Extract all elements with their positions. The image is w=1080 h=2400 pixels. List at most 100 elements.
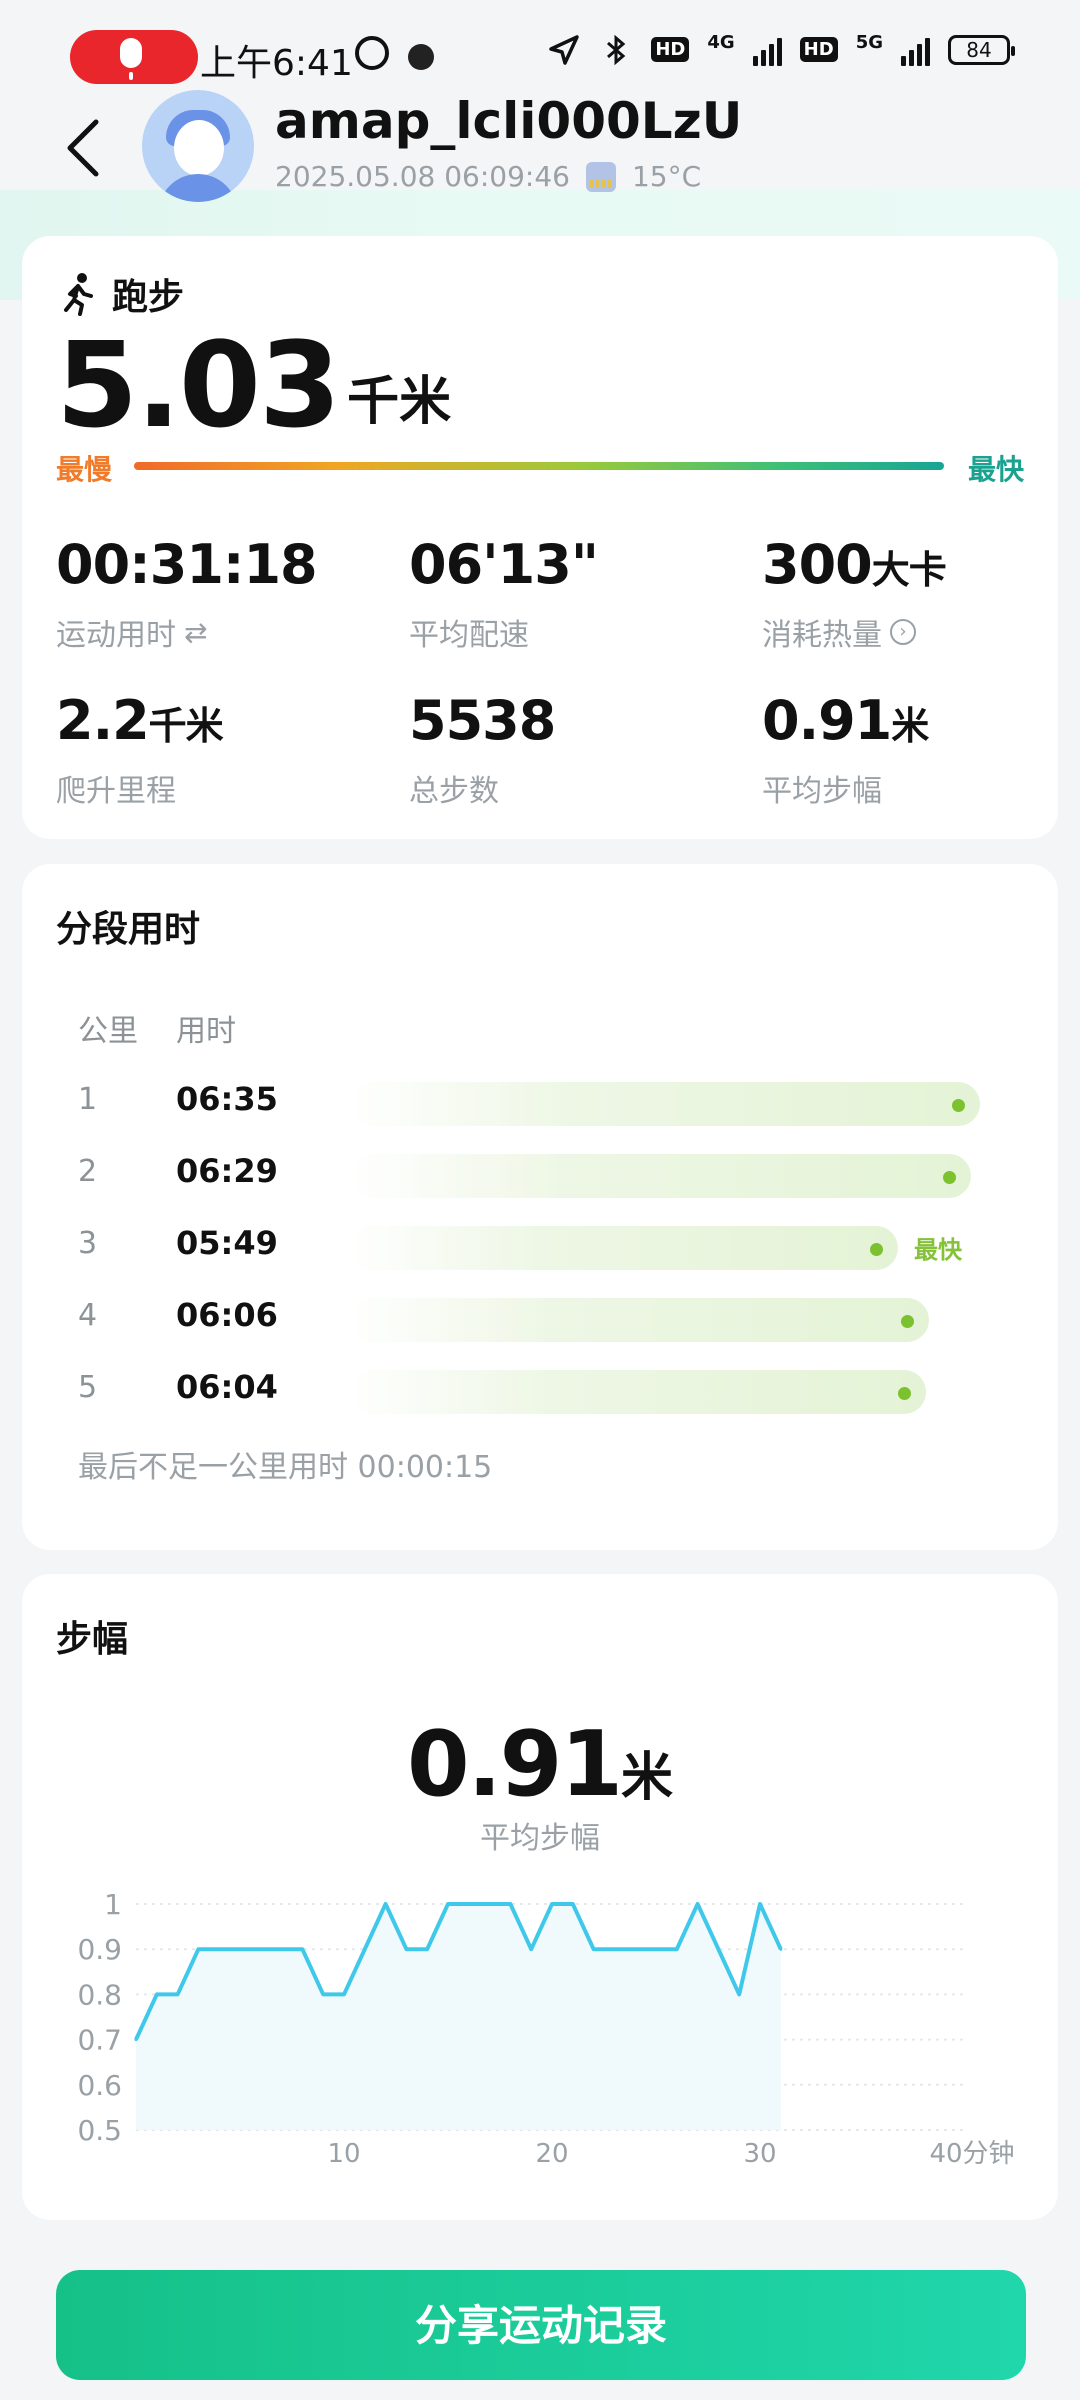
location-icon (547, 33, 581, 67)
share-record-button[interactable]: 分享运动记录 (56, 2270, 1026, 2380)
stride-point (696, 1902, 700, 1906)
col-time-header: 用时 (176, 1014, 236, 1049)
split-row: 1 06:35 (22, 1076, 1058, 1126)
stride-point (217, 1947, 221, 1951)
swap-icon[interactable]: ⇄ (184, 616, 207, 649)
split-km: 1 (78, 1082, 98, 1117)
split-bar (348, 1298, 929, 1342)
weather-icon (585, 161, 616, 192)
stride-point (280, 1947, 284, 1951)
splits-card: 分段用时 公里 用时 1 06:35 2 06:29 3 05:49 最快 4 06:06 5 06… (22, 864, 1058, 1550)
col-km-header: 公里 (78, 1014, 138, 1049)
sport-type: 跑步 (58, 268, 184, 320)
stride-point (384, 1902, 388, 1906)
y-tick-label: 0.9 (77, 1933, 122, 1966)
summary-card: 跑步 5.03 千米 最慢 最快 00:31:18 运动用时 ⇄ 06'13" 平… (22, 236, 1058, 839)
split-km: 2 (78, 1154, 98, 1189)
stride-point (488, 1902, 492, 1906)
stride-point (758, 1902, 762, 1906)
stat-stride: 0.91米 平均步幅 (762, 689, 929, 810)
running-icon (58, 272, 98, 316)
status-time: 上午6:41 (200, 43, 353, 84)
split-km: 4 (78, 1298, 98, 1333)
stride-point (592, 1947, 596, 1951)
fastest-label: 最快 (967, 453, 1024, 486)
y-tick-label: 1 (104, 1888, 122, 1921)
stride-point (363, 1947, 367, 1951)
stride-point (155, 1992, 159, 1996)
bluetooth-icon (599, 33, 633, 67)
split-time: 05:49 (176, 1224, 278, 1262)
stride-point (508, 1902, 512, 1906)
microphone-icon (120, 38, 142, 80)
fastest-badge: 最快 (914, 1236, 962, 1264)
y-tick-label: 0.8 (77, 1978, 122, 2011)
status-right: HD 4G HD 5G 84 (547, 32, 1015, 67)
split-dot (943, 1171, 956, 1184)
distance-value: 5.03 (56, 316, 341, 454)
alarm-icon (355, 36, 389, 70)
stride-point (467, 1902, 471, 1906)
stride-point (196, 1947, 200, 1951)
y-tick-label: 0.7 (77, 2024, 122, 2057)
stat-avg-pace: 06'13" 平均配速 (409, 533, 599, 654)
stride-point (612, 1947, 616, 1951)
stride-point (654, 1947, 658, 1951)
stride-point (571, 1902, 575, 1906)
x-tick-label: 10 (327, 2139, 360, 2169)
battery-icon: 84 (948, 34, 1015, 65)
x-tick-label: 40分钟 (929, 2139, 1014, 2169)
split-time: 06:29 (176, 1152, 278, 1190)
stride-point (446, 1902, 450, 1906)
split-bar (348, 1226, 898, 1270)
slowest-label: 最慢 (56, 453, 113, 486)
split-row: 5 06:04 (22, 1364, 1058, 1414)
split-dot (870, 1243, 883, 1256)
stat-calories[interactable]: 300大卡 消耗热量 › (762, 538, 947, 654)
signal-icon (752, 34, 782, 66)
x-tick-label: 30 (743, 2139, 776, 2169)
stride-chart: 1 0.9 0.8 0.7 0.6 0.5 10 20 30 40分钟 (77, 1888, 1014, 2169)
total-distance: 5.03 千米 (56, 326, 451, 444)
stride-point (176, 1992, 180, 1996)
stride-point (675, 1947, 679, 1951)
split-time: 06:35 (176, 1080, 278, 1118)
stride-point (550, 1902, 554, 1906)
username: amap_lcli000LzU (275, 92, 743, 150)
record-meta: 2025.05.08 06:09:46 15°C (275, 160, 701, 193)
y-tick-label: 0.6 (77, 2069, 122, 2102)
avatar[interactable] (142, 90, 254, 202)
signal-icon-2 (901, 34, 930, 66)
stride-point (425, 1947, 429, 1951)
split-row: 3 05:49 最快 (22, 1220, 1058, 1270)
pace-gradient-bar (134, 462, 944, 470)
stride-point (779, 1947, 783, 1951)
stride-point (633, 1947, 637, 1951)
stat-duration[interactable]: 00:31:18 运动用时 ⇄ (56, 538, 318, 654)
distance-unit: 千米 (347, 372, 452, 432)
network-5g-label: 5G (855, 32, 883, 53)
stat-climb: 2.2千米 爬升里程 (56, 689, 224, 810)
stride-point (529, 1947, 533, 1951)
split-km: 5 (78, 1370, 98, 1405)
stride-point (737, 1992, 741, 1996)
hd-icon: HD (651, 37, 690, 62)
split-bar (348, 1082, 980, 1126)
record-datetime: 2025.05.08 06:09:46 (275, 160, 570, 193)
last-partial-note: 最后不足一公里用时 00:00:15 (78, 1450, 493, 1485)
hd-icon-2: HD (799, 37, 838, 62)
back-button[interactable] (62, 118, 104, 178)
stride-point (259, 1947, 263, 1951)
split-row: 2 06:29 (22, 1148, 1058, 1198)
split-bar (348, 1154, 971, 1198)
stride-point (300, 1947, 304, 1951)
x-tick-label: 20 (535, 2139, 568, 2169)
y-tick-label: 0.5 (77, 2114, 122, 2147)
stride-point (134, 2038, 138, 2042)
stride-point (716, 1947, 720, 1951)
notification-icon (408, 44, 434, 70)
split-dot (952, 1099, 965, 1112)
stride-point (321, 1992, 325, 1996)
chevron-right-circle-icon[interactable]: › (890, 619, 916, 645)
split-dot (898, 1387, 911, 1400)
